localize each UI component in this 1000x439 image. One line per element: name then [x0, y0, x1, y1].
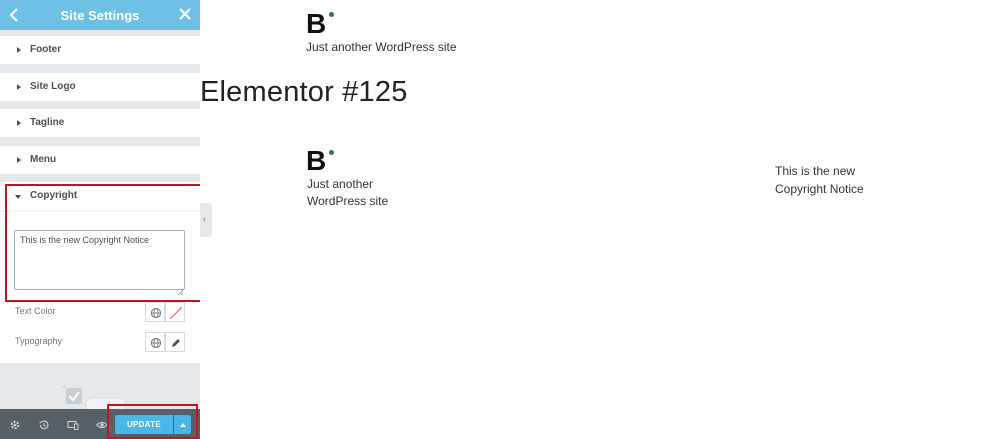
- global-fonts-icon[interactable]: [145, 332, 165, 352]
- copyright-notice-line-2: Copyright Notice: [775, 182, 864, 196]
- site-settings-panel: Site Settings Footer Site Logo Tagline M…: [0, 0, 200, 439]
- caret-right-icon: [17, 120, 21, 126]
- typography-label: Typography: [15, 336, 63, 346]
- copyright-notice-line-1: This is the new: [775, 164, 856, 178]
- caret-right-icon: [17, 47, 21, 53]
- section-label: Copyright: [30, 190, 78, 201]
- header-tagline: Just another WordPress site: [306, 40, 457, 54]
- section-label: Site Logo: [30, 81, 76, 92]
- text-color-control: Text Color: [0, 302, 200, 322]
- section-menu[interactable]: Menu: [0, 146, 200, 175]
- typography-control: Typography: [0, 332, 200, 352]
- color-picker-empty-icon[interactable]: [165, 302, 185, 322]
- page-title: Elementor #125: [200, 76, 408, 108]
- panel-header: Site Settings: [0, 0, 200, 30]
- close-icon[interactable]: [178, 7, 192, 21]
- site-logo-header[interactable]: B: [306, 10, 326, 38]
- responsive-icon[interactable]: [67, 418, 79, 430]
- footer-tagline-line-1: Just another: [307, 177, 374, 191]
- resize-handle-icon[interactable]: [177, 282, 184, 296]
- preview-icon[interactable]: [96, 418, 108, 430]
- section-label: Menu: [30, 154, 57, 165]
- settings-icon[interactable]: [9, 418, 21, 430]
- update-button[interactable]: UPDATE: [115, 415, 173, 434]
- section-label: Tagline: [30, 117, 65, 128]
- logo-dot-icon: [329, 12, 334, 17]
- chevron-left-icon: ‹: [203, 214, 206, 224]
- caret-right-icon: [17, 157, 21, 163]
- caret-right-icon: [17, 84, 21, 90]
- caret-up-icon[interactable]: [174, 415, 191, 434]
- text-color-label: Text Color: [15, 306, 56, 316]
- panel-title: Site Settings: [60, 8, 140, 23]
- global-colors-icon[interactable]: [145, 302, 165, 322]
- panel-illustration: [60, 384, 140, 413]
- section-site-logo[interactable]: Site Logo: [0, 73, 200, 102]
- edit-pencil-icon[interactable]: [165, 332, 185, 352]
- section-footer[interactable]: Footer: [0, 36, 200, 65]
- section-tagline[interactable]: Tagline: [0, 109, 200, 138]
- caret-down-icon: [15, 195, 21, 199]
- section-copyright[interactable]: Copyright: [0, 182, 200, 212]
- copyright-textarea[interactable]: [14, 230, 185, 290]
- copyright-header: Copyright: [0, 182, 200, 212]
- footer-tagline-line-2: WordPress site: [307, 194, 389, 208]
- collapse-panel-handle[interactable]: ‹: [200, 203, 212, 237]
- logo-dot-icon: [329, 150, 334, 155]
- history-icon[interactable]: [38, 418, 50, 430]
- section-label: Footer: [30, 44, 62, 55]
- site-logo-footer[interactable]: B: [306, 147, 326, 175]
